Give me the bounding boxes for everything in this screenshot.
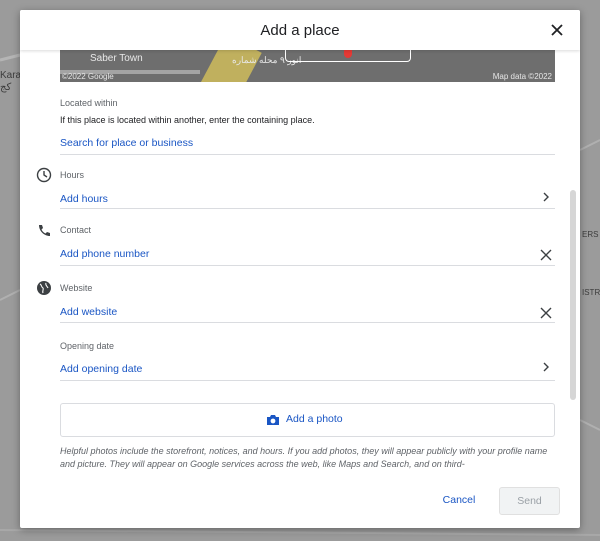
cancel-button[interactable]: Cancel (430, 488, 488, 512)
close-button[interactable] (548, 21, 566, 39)
add-hours-link[interactable]: Add hours (60, 193, 108, 205)
clear-icon[interactable] (539, 306, 553, 320)
map-label: کج (0, 82, 12, 93)
clock-icon (36, 167, 52, 183)
send-button[interactable]: Send (499, 487, 560, 515)
add-opening-date-link[interactable]: Add opening date (60, 363, 142, 375)
add-website-link[interactable]: Add website (60, 306, 117, 318)
photo-helper-text: Helpful photos include the storefront, n… (60, 446, 548, 469)
chevron-right-icon[interactable] (539, 190, 553, 204)
camera-icon (267, 415, 279, 425)
hours-divider (60, 208, 555, 209)
globe-icon (37, 281, 51, 295)
chevron-right-icon[interactable] (539, 360, 553, 374)
website-label: Website (60, 283, 93, 293)
contact-label: Contact (60, 225, 92, 235)
add-place-dialog: Saber Town انور ۹ محله شماره ©2022 Googl… (20, 10, 580, 528)
located-within-divider (60, 154, 555, 155)
map-label: ISTRICT (582, 288, 600, 297)
map-label: Kara (0, 70, 22, 81)
located-within-label: Located within (60, 98, 118, 108)
contact-divider (60, 265, 555, 266)
map-preview[interactable]: Saber Town انور ۹ محله شماره ©2022 Googl… (60, 50, 555, 82)
dialog-header: Add a place (20, 10, 580, 50)
add-photo-label: Add a photo (286, 413, 343, 425)
add-phone-link[interactable]: Add phone number (60, 248, 149, 260)
map-data-notice: Map data ©2022 (492, 72, 552, 81)
map-place-name: Saber Town (90, 53, 143, 64)
clear-icon[interactable] (539, 248, 553, 262)
opening-date-divider (60, 380, 555, 381)
close-icon (551, 24, 563, 36)
located-within-search-input[interactable]: Search for place or business (60, 137, 193, 149)
opening-date-label: Opening date (60, 341, 115, 351)
phone-icon (39, 225, 50, 236)
dialog-title: Add a place (260, 22, 340, 39)
add-photo-button[interactable]: Add a photo (60, 403, 555, 437)
located-within-description: If this place is located within another,… (60, 115, 315, 125)
scrollbar-thumb[interactable] (570, 190, 576, 400)
map-pin-icon (344, 50, 352, 58)
website-divider (60, 322, 555, 323)
map-copyright: ©2022 Google (62, 72, 114, 81)
map-label: ERS (582, 230, 599, 239)
hours-label: Hours (60, 170, 85, 180)
